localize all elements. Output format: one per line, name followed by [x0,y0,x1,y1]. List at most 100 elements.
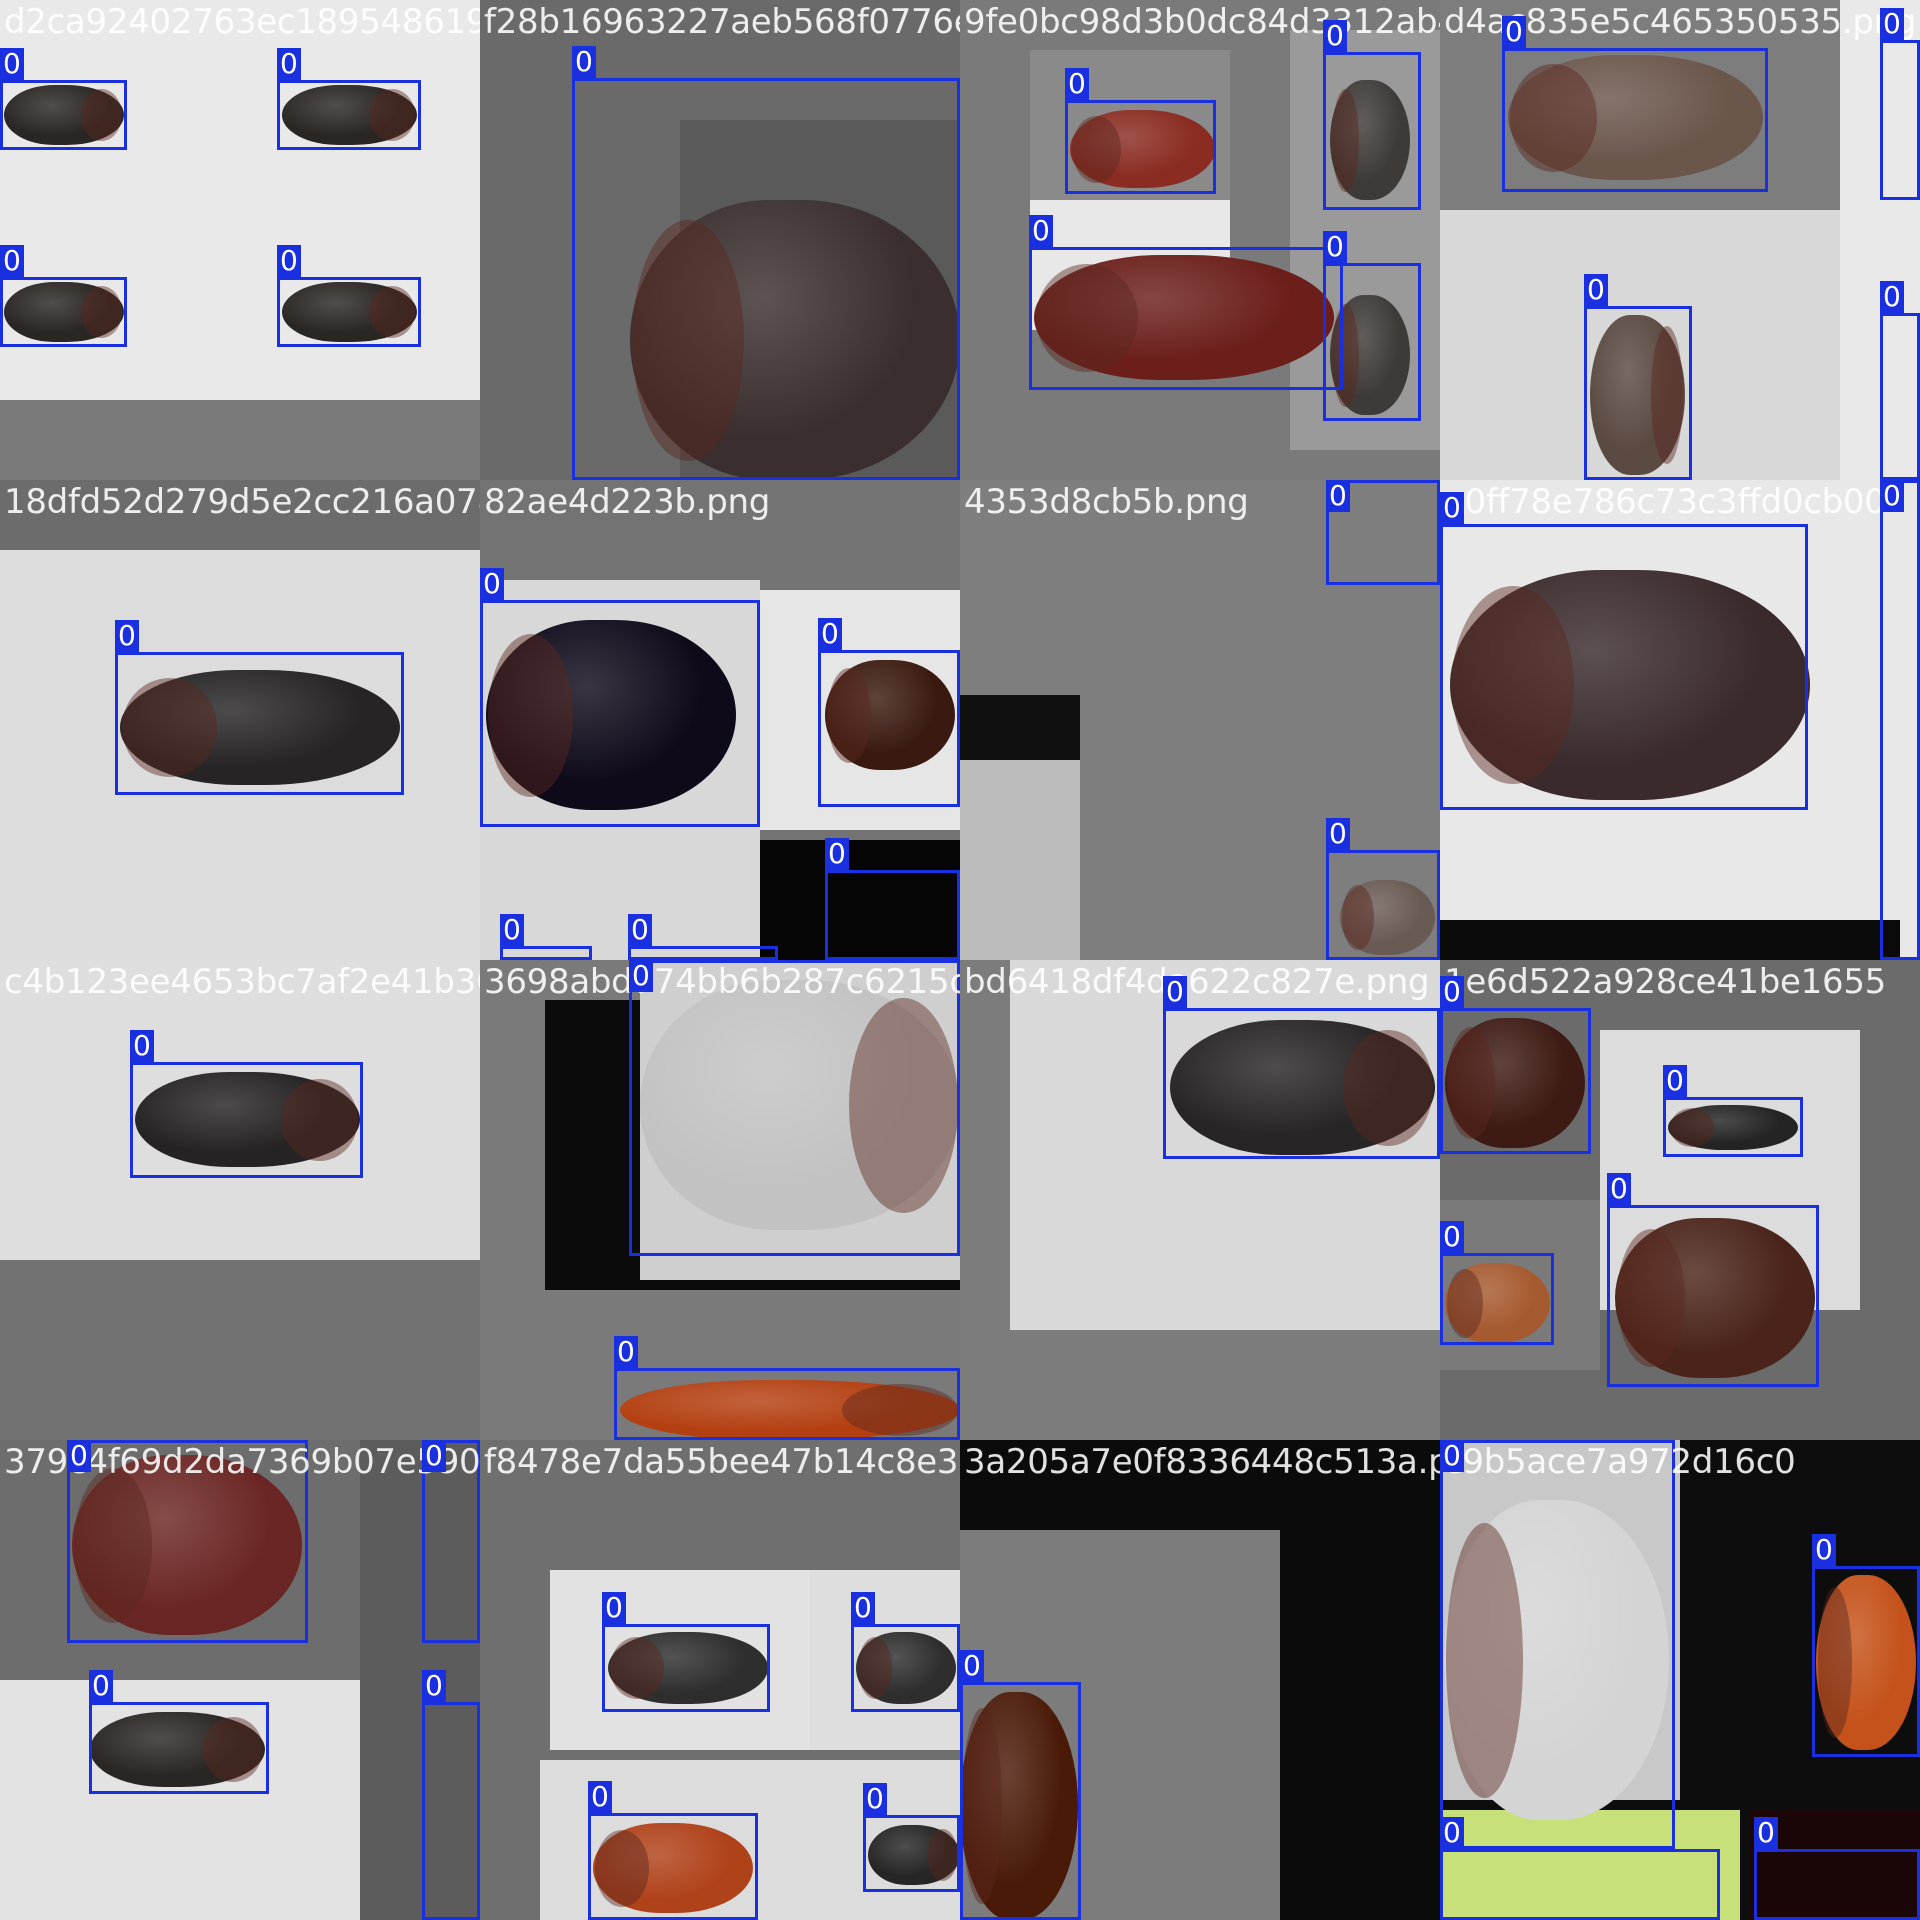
bbox-class-label: 0 [825,838,849,870]
image-filename: 9fe0bc98d3b0dc84d3312ab4597ca4835e5c4653… [964,2,1440,42]
bbox-class-label: 0 [115,620,139,652]
mosaic-tile: c9b5ace7a972d16c0 0 0 0 0 [1440,1440,1920,1920]
image-region [960,760,1080,960]
bounding-box [1065,100,1216,194]
image-filename: a0ff78e786c73c3ffd0cb00 [1444,482,1886,522]
bounding-box [825,870,960,960]
bbox-class-label: 0 [628,914,652,946]
bounding-box [1323,52,1421,210]
bbox-class-label: 0 [130,1030,154,1062]
mosaic-tile: f28b16963227aeb568f0776ea743f104c91b0dc8… [480,0,960,480]
bbox-class-label: 0 [863,1783,887,1815]
bbox-class-label: 0 [629,960,653,992]
bbox-class-label: 0 [1029,215,1053,247]
bounding-box [115,652,404,795]
image-filename: c4b123ee4653bc7af2e41b3698ebd774bb6b287c… [4,962,480,1002]
image-filename: 82ae4d223b.png [484,482,771,522]
image-filename: 3698abd774bb6b287c6215ca.png [484,962,960,1002]
bbox-class-label: 0 [277,48,301,80]
bounding-box [1440,1849,1720,1920]
bounding-box [1754,1849,1920,1920]
bbox-class-label: 0 [1663,1065,1687,1097]
bbox-class-label: 0 [422,1670,446,1702]
image-filename: f8478e7da55bee47b14c8e3d [484,1442,960,1482]
bbox-class-label: 0 [1065,68,1089,100]
mosaic-tile: a0ff78e786c73c3ffd0cb00 0 0 [1440,480,1920,960]
bbox-class-label: 0 [818,618,842,650]
bounding-box [588,1813,758,1920]
mosaic-tile: 82ae4d223b.png 0 0 0 0 0 [480,480,960,960]
bounding-box [1880,313,1920,480]
bbox-class-label: 0 [1440,1817,1464,1849]
bounding-box [602,1624,770,1712]
bbox-class-label: 0 [1880,281,1904,313]
bounding-box [277,80,421,150]
bounding-box [500,946,592,960]
mosaic-tile: 18dfd52d279d5e2cc216a0782a4efa248b1f7b09… [0,480,480,960]
bbox-class-label: 0 [588,1781,612,1813]
bbox-class-label: 0 [1880,8,1904,40]
mosaic-tile: 9fe0bc98d3b0dc84d3312ab4597ca4835e5c4653… [960,0,1440,480]
image-filename: f28b16963227aeb568f0776ea743f104c91b0dc8… [484,2,960,42]
bbox-class-label: 0 [960,1650,984,1682]
bbox-class-label: 0 [1323,231,1347,263]
bbox-class-label: 0 [1326,818,1350,850]
bounding-box [1029,247,1343,390]
mosaic-tile: bd6418df4da622c827e.png 0 [960,960,1440,1440]
bbox-class-label: 0 [614,1336,638,1368]
bounding-box [818,650,960,807]
bounding-box [960,1682,1081,1920]
bbox-class-label: 0 [572,46,596,78]
bounding-box [1323,263,1421,421]
bounding-box [277,277,421,347]
bounding-box [629,960,960,1256]
mosaic-tile: 4353d8cb5b.png 0 0 [960,480,1440,960]
bbox-class-label: 0 [1607,1173,1631,1205]
image-filename: 1e6d522a928ce41be1655 [1444,962,1886,1002]
bbox-class-label: 0 [1440,1440,1464,1472]
bounding-box [1502,48,1768,192]
bbox-class-label: 0 [0,48,24,80]
image-region [0,400,480,480]
bbox-class-label: 0 [67,1440,91,1472]
bounding-box [851,1624,960,1712]
bounding-box [1584,306,1692,480]
bbox-class-label: 0 [1502,16,1526,48]
mosaic-tile: 3698abd774bb6b287c6215ca.png00 [480,960,960,1440]
bounding-box [1440,1440,1675,1849]
bounding-box [863,1815,960,1892]
mosaic-grid: d2ca92402763ec1895486194 0 0 0 0 f28b16963227… [0,0,1920,1920]
mosaic-tile: f8478e7da55bee47b14c8e3d 0 0 0 0 [480,1440,960,1920]
bounding-box [1326,850,1440,960]
bounding-box [1440,1253,1554,1345]
image-region [0,1260,480,1440]
bounding-box [1440,1008,1591,1154]
bounding-box [1663,1097,1803,1157]
bounding-box [0,80,127,150]
bounding-box [614,1368,960,1440]
bbox-class-label: 0 [1584,274,1608,306]
bounding-box [1607,1205,1819,1387]
bounding-box [628,946,778,960]
image-filename: 18dfd52d279d5e2cc216a0782a4efa248b1f7b09… [4,482,480,522]
bounding-box [89,1702,269,1794]
image-filename: 3a205a7e0f8336448c513a.png [964,1442,1440,1482]
bbox-class-label: 0 [1326,480,1350,512]
bounding-box [0,277,127,347]
image-filename: bd6418df4da622c827e.png [964,962,1430,1002]
image-region [1440,920,1900,960]
bbox-class-label: 0 [1754,1817,1778,1849]
bbox-class-label: 0 [480,568,504,600]
bbox-class-label: 0 [1880,480,1904,512]
mosaic-tile: 3a205a7e0f8336448c513a.png 0 [960,1440,1440,1920]
bounding-box [1163,1008,1440,1159]
bounding-box [422,1702,480,1920]
bbox-class-label: 0 [1440,976,1464,1008]
bbox-class-label: 0 [1323,20,1347,52]
bbox-class-label: 0 [1440,492,1464,524]
bbox-class-label: 0 [602,1592,626,1624]
bounding-box [1812,1566,1920,1757]
mosaic-tile: d4ac835e5c465350535.png 0 0 0 0 [1440,0,1920,480]
bounding-box [480,600,760,827]
bounding-box [130,1062,363,1178]
